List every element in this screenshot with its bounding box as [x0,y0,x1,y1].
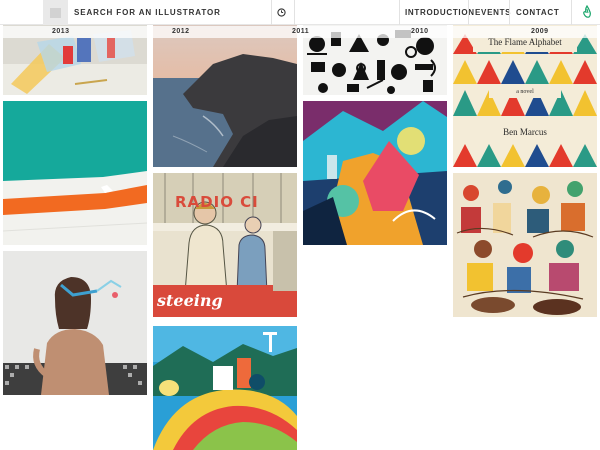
year-label: 2009 [531,28,549,35]
book-subtitle: a novel [516,89,534,95]
artwork-tile[interactable] [453,173,597,317]
artwork-tile[interactable]: RADIO CI steeing [153,173,297,317]
nav-contact[interactable]: CONTACT [516,0,559,25]
artwork-tile[interactable] [3,251,147,395]
divider [294,0,295,25]
year-label: 2013 [52,28,70,35]
artwork-script-text: steeing [157,291,223,310]
artwork-sign-text: RADIO CI [175,193,259,211]
artwork-image [153,326,297,450]
artwork-image [3,101,147,245]
artwork-image [453,173,597,317]
search-illustrator-button[interactable]: SEARCH FOR AN ILLUSTRATOR [74,0,221,25]
nav-events[interactable]: EVENTS [475,0,511,25]
year-label: 2012 [172,28,190,35]
top-bar: SEARCH FOR AN ILLUSTRATOR INTRODUCTION E… [0,0,600,25]
artwork-tile[interactable] [153,326,297,450]
nav-introduction[interactable]: INTRODUCTION [405,0,475,25]
artwork-image [3,251,147,395]
year-label: 2011 [292,28,310,35]
divider [571,0,572,25]
hand-icon[interactable] [581,5,593,20]
divider [399,0,400,25]
divider [509,0,510,25]
logo-icon[interactable] [43,0,68,25]
book-cover-tile[interactable]: The Flame Alphabet a novel Ben Marcus [453,24,597,167]
artwork-image [153,24,297,167]
divider [468,0,469,25]
artwork-tile[interactable] [153,24,297,167]
divider [271,0,272,25]
clock-icon[interactable] [277,8,286,17]
year-label: 2010 [411,28,429,35]
artwork-tile[interactable] [3,101,147,245]
artwork-image [303,101,447,245]
year-band [453,26,597,38]
year-band [3,26,147,38]
book-title: The Flame Alphabet [488,37,562,47]
artwork-tile[interactable] [303,101,447,245]
book-author: Ben Marcus [503,127,547,137]
